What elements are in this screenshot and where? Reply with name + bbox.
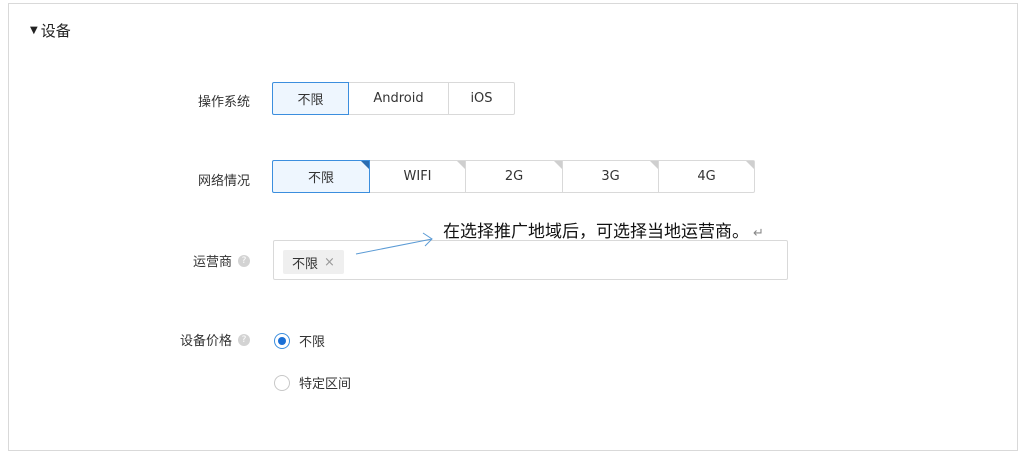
- os-option-unlimited[interactable]: 不限: [272, 82, 349, 115]
- annotation-text-body: 在选择推广地域后，可选择当地运营商。: [443, 222, 749, 242]
- network-option-unlimited[interactable]: 不限: [272, 160, 370, 193]
- price-label: 设备价格 ?: [110, 330, 250, 349]
- os-option-label: 不限: [297, 93, 324, 108]
- question-icon[interactable]: ?: [238, 333, 250, 346]
- return-icon: ↵: [753, 226, 764, 241]
- annotation-text: 在选择推广地域后，可选择当地运营商。 ↵: [443, 217, 764, 242]
- price-label-text: 设备价格: [179, 334, 232, 349]
- radio-unchecked-icon[interactable]: [274, 374, 290, 391]
- price-option-label: 不限: [299, 335, 326, 350]
- price-option-range[interactable]: 特定区间: [274, 373, 351, 392]
- price-option-label: 特定区间: [299, 377, 352, 392]
- network-option-label: 不限: [307, 171, 334, 186]
- radio-checked-icon[interactable]: [274, 332, 290, 349]
- corner-marker-icon: [361, 161, 369, 169]
- price-option-unlimited[interactable]: 不限: [274, 331, 325, 350]
